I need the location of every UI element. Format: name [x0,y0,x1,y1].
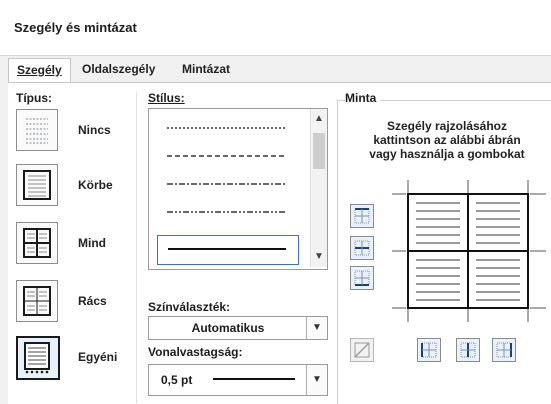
line-style-dash-dot[interactable] [157,175,297,193]
instruction-line-3: vagy használja a gombokat [369,147,525,161]
style-heading: Stílus: [148,91,185,105]
border-all-icon[interactable] [16,222,58,264]
color-label: Színválaszték: [148,300,231,314]
border-grid-icon[interactable] [16,280,58,322]
width-label: Vonalvastagság: [148,345,243,359]
scroll-down-icon[interactable]: ▼ [311,249,327,265]
type-label-custom: Egyéni [78,350,118,364]
inside-vertical-border-button[interactable] [456,338,480,362]
type-option-grid[interactable]: Rács [16,280,126,324]
left-border-button[interactable] [417,338,441,362]
type-label-box: Körbe [78,178,113,192]
tab-szegely[interactable]: Szegély [8,58,71,84]
border-preview[interactable] [388,176,548,326]
section-divider [136,92,137,403]
inside-horizontal-border-button[interactable] [350,236,374,260]
scroll-thumb[interactable] [313,133,325,169]
preview-heading: Minta [345,91,381,105]
line-style-list[interactable]: ▲ ▼ [148,108,328,270]
border-none-icon[interactable] [16,109,58,151]
chevron-down-icon[interactable]: ▼ [306,365,327,395]
dialog-title: Szegély és mintázat [14,20,137,35]
border-custom-icon[interactable] [16,336,60,380]
width-value: 0,5 pt [161,373,193,387]
color-value: Automatikus [191,321,265,335]
instruction-line-1: Szegély rajzolásához [386,119,508,133]
tab-mintazat[interactable]: Mintázat [174,58,238,80]
line-style-solid[interactable] [157,235,299,265]
type-label-none: Nincs [78,123,111,137]
top-border-button[interactable] [350,204,374,228]
right-border-button[interactable] [492,338,516,362]
line-style-dash-dot-dot[interactable] [157,203,297,221]
line-style-dotted[interactable] [157,119,297,137]
tab-oldalszegely[interactable]: Oldalszegély [74,58,163,80]
width-select[interactable]: 0,5 pt ▼ [148,364,328,396]
scroll-up-icon[interactable]: ▲ [311,111,327,127]
type-heading: Típus: [16,91,52,105]
border-box-icon[interactable] [16,164,58,206]
type-option-none[interactable]: Nincs [16,109,126,153]
instruction-line-2: kattintson az alábbi ábrán [373,133,521,147]
width-line-preview [213,378,295,380]
diagonal-border-button[interactable] [350,338,374,362]
type-option-custom[interactable]: Egyéni [16,336,126,380]
type-label-all: Mind [78,236,106,250]
type-option-all[interactable]: Mind [16,222,126,266]
line-style-dashed[interactable] [157,147,297,165]
bottom-border-button[interactable] [350,266,374,290]
chevron-down-icon[interactable]: ▼ [306,317,327,339]
type-label-grid: Rács [78,294,107,308]
type-option-box[interactable]: Körbe [16,164,126,208]
line-style-scrollbar[interactable]: ▲ ▼ [310,109,327,267]
color-select[interactable]: Automatikus ▼ [148,316,328,340]
preview-instructions: Szegély rajzolásához kattintson az alább… [345,119,549,161]
